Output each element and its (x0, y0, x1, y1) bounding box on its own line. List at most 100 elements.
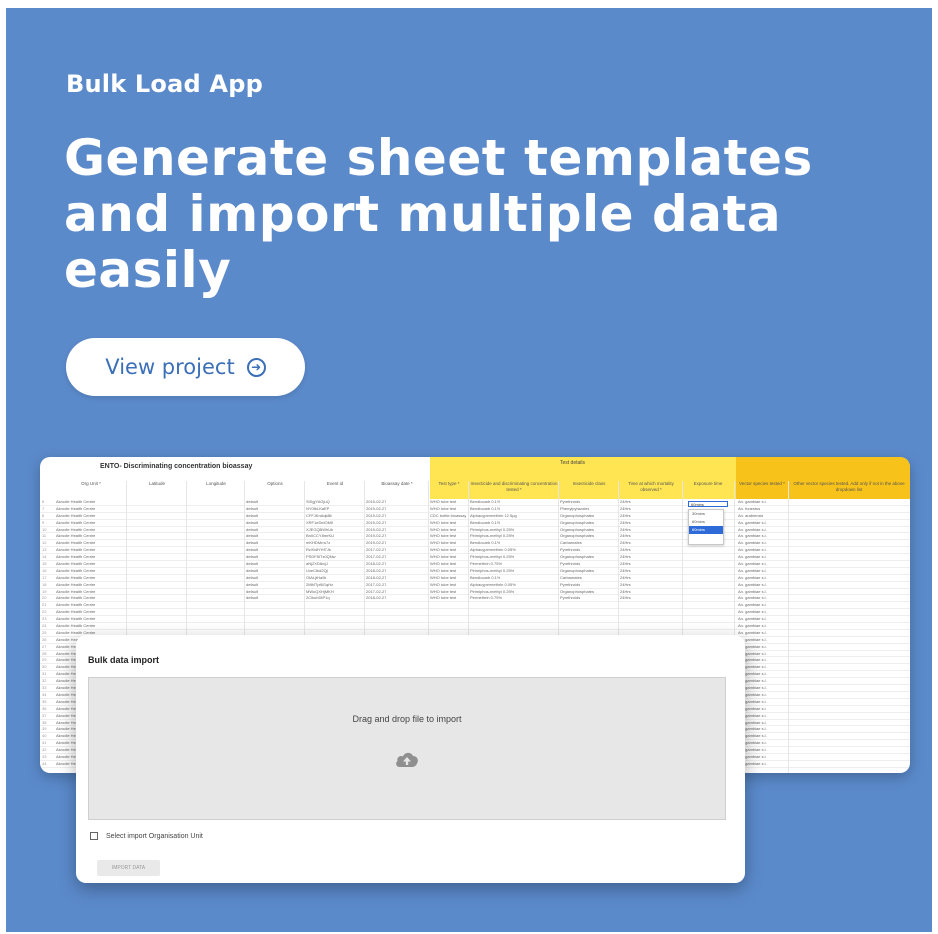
dropdown-option-selected[interactable]: 60mins (689, 526, 723, 534)
table-cell[interactable]: An. gambiae s.l. (738, 582, 767, 588)
table-cell[interactable]: default (246, 547, 258, 553)
table-cell[interactable]: An. gambiae s.l. (738, 499, 767, 505)
table-cell[interactable]: An. gambiae s.l. (738, 623, 767, 629)
table-cell[interactable]: Akrodie Health Centre (56, 609, 95, 615)
table-cell[interactable]: Pyrethroids (560, 547, 580, 553)
table-cell[interactable]: default (246, 540, 258, 546)
table-cell[interactable]: Pirimiphos-methyl 0.25% (470, 568, 514, 574)
table-cell[interactable]: 24Hrs (620, 595, 631, 601)
table-cell[interactable]: An. gambiae s.l. (738, 561, 767, 567)
table-cell[interactable]: Organophosphates (560, 568, 594, 574)
table-cell[interactable]: Pirimiphos-methyl 0.25% (470, 527, 514, 533)
table-cell[interactable]: CDC bottle bioassay (430, 513, 466, 519)
table-cell[interactable]: Akrodie Health Centre (56, 582, 95, 588)
table-cell[interactable]: Pirimiphos-methyl 0.25% (470, 589, 514, 595)
table-cell[interactable]: An. gambiae s.l. (738, 630, 767, 636)
table-cell[interactable]: 24Hrs (620, 513, 631, 519)
table-cell[interactable]: 24Hrs (620, 547, 631, 553)
dropdown-option[interactable]: 60mins (689, 518, 723, 526)
table-cell[interactable]: WHO tube test (430, 575, 456, 581)
table-cell[interactable]: WHO tube test (430, 568, 456, 574)
table-cell[interactable]: An. gambiae s.l. (738, 575, 767, 581)
table-cell[interactable]: default (246, 513, 258, 519)
table-cell[interactable]: Akrodie Health Centre (56, 589, 95, 595)
table-cell[interactable]: 24Hrs (620, 499, 631, 505)
table-cell[interactable]: 2019-02-27 (366, 520, 386, 526)
table-cell[interactable]: 2018-02-27 (366, 568, 386, 574)
table-cell[interactable]: 2018-02-27 (366, 595, 386, 601)
table-cell[interactable]: Bendiocarb 0.1% (470, 506, 500, 512)
table-cell[interactable]: An. gambiae s.l. (738, 527, 767, 533)
table-cell[interactable]: Alphacypermethrin 12.5µg (470, 513, 517, 519)
table-cell[interactable]: RzXb8YHf7Jk (306, 547, 331, 553)
table-cell[interactable]: Akrodie Health Centre (56, 623, 95, 629)
table-cell[interactable]: 24Hrs (620, 561, 631, 567)
table-cell[interactable]: 2017-02-27 (366, 554, 386, 560)
table-cell[interactable]: Pirimiphos-methyl 0.25% (470, 554, 514, 560)
table-cell[interactable]: 2017-02-27 (366, 582, 386, 588)
table-cell[interactable]: An. arabiensis (738, 513, 763, 519)
table-cell[interactable]: 2019-02-27 (366, 540, 386, 546)
table-cell[interactable]: An. gambiae s.l. (738, 595, 767, 601)
table-cell[interactable]: default (246, 582, 258, 588)
table-cell[interactable]: WHO tube test (430, 554, 456, 560)
table-cell[interactable]: An. gambiae s.l. (738, 547, 767, 553)
table-cell[interactable]: default (246, 527, 258, 533)
table-cell[interactable]: 24Hrs (620, 582, 631, 588)
table-cell[interactable]: An. gambiae s.l. (738, 602, 767, 608)
table-cell[interactable]: Organophosphates (560, 554, 594, 560)
table-cell[interactable]: Akrodie Health Centre (56, 499, 95, 505)
table-cell[interactable]: 2019-02-27 (366, 506, 386, 512)
import-data-button[interactable]: IMPORT DATA (97, 860, 160, 876)
table-cell[interactable]: WHO tube test (430, 540, 456, 546)
table-cell[interactable]: An. gambiae s.l. (738, 589, 767, 595)
table-cell[interactable]: Akrodie Health Centre (56, 513, 95, 519)
file-dropzone[interactable]: Drag and drop file to import (88, 677, 726, 820)
table-cell[interactable]: An. funestus (738, 506, 760, 512)
table-cell[interactable]: XRF1eDeiOM0 (306, 520, 333, 526)
table-cell[interactable]: Akrodie Health Centre (56, 602, 95, 608)
table-cell[interactable]: WHO tube test (430, 499, 456, 505)
table-cell[interactable]: WHO tube test (430, 561, 456, 567)
table-cell[interactable]: SiSgjYAGjuQ (306, 499, 330, 505)
table-cell[interactable]: An. gambiae s.l. (738, 616, 767, 622)
table-cell[interactable]: WHO tube test (430, 547, 456, 553)
table-cell[interactable]: 24Hrs (620, 575, 631, 581)
table-cell[interactable]: 2019-02-27 (366, 533, 386, 539)
table-cell[interactable]: 24Hrs (620, 520, 631, 526)
table-cell[interactable]: 24Hrs (620, 554, 631, 560)
table-cell[interactable]: default (246, 575, 258, 581)
table-cell[interactable]: Permethrin 0.75% (470, 595, 502, 601)
table-cell[interactable]: Organophosphates (560, 527, 594, 533)
table-cell[interactable]: Akrodie Health Centre (56, 575, 95, 581)
table-cell[interactable]: WHO tube test (430, 582, 456, 588)
exposure-time-dropdown[interactable]: 30mins 60mins 60mins (688, 509, 724, 545)
table-cell[interactable]: Alphacypermethrin 0.05% (470, 582, 516, 588)
table-cell[interactable]: An. gambiae s.l. (738, 554, 767, 560)
table-cell[interactable]: 24Hrs (620, 527, 631, 533)
table-cell[interactable]: Pyrethroids (560, 561, 580, 567)
table-cell[interactable]: Akrodie Health Centre (56, 595, 95, 601)
table-cell[interactable]: UxeCtkd2Qjl (306, 568, 328, 574)
table-cell[interactable]: 2019-02-27 (366, 513, 386, 519)
table-cell[interactable]: 24Hrs (620, 533, 631, 539)
table-cell[interactable]: 24Hrs (620, 540, 631, 546)
table-cell[interactable]: Akrodie Health Centre (56, 568, 95, 574)
view-project-button[interactable]: View project ➜ (66, 338, 305, 396)
org-unit-checkbox[interactable] (90, 832, 98, 840)
table-cell[interactable]: 2018-02-27 (366, 561, 386, 567)
table-cell[interactable]: Akrodie Health Centre (56, 540, 95, 546)
table-cell[interactable]: OtALjtHa9k (306, 575, 326, 581)
table-cell[interactable]: Akrodie Health Centre (56, 520, 95, 526)
table-cell[interactable]: CFFJKnAqkBb (306, 513, 332, 519)
table-cell[interactable]: 2017-02-27 (366, 547, 386, 553)
table-cell[interactable]: An. gambiae s.l. (738, 533, 767, 539)
table-cell[interactable]: Organophosphates (560, 520, 594, 526)
table-cell[interactable]: An. gambiae s.l. (738, 520, 767, 526)
table-cell[interactable]: WHO tube test (430, 589, 456, 595)
table-cell[interactable]: Bn0CCY8mrKU (306, 533, 334, 539)
table-cell[interactable]: Pyrethroids (560, 499, 580, 505)
table-cell[interactable]: default (246, 554, 258, 560)
table-cell[interactable]: PSDF8ITz0QNw (306, 554, 336, 560)
dropdown-option[interactable]: 30mins (689, 510, 723, 518)
